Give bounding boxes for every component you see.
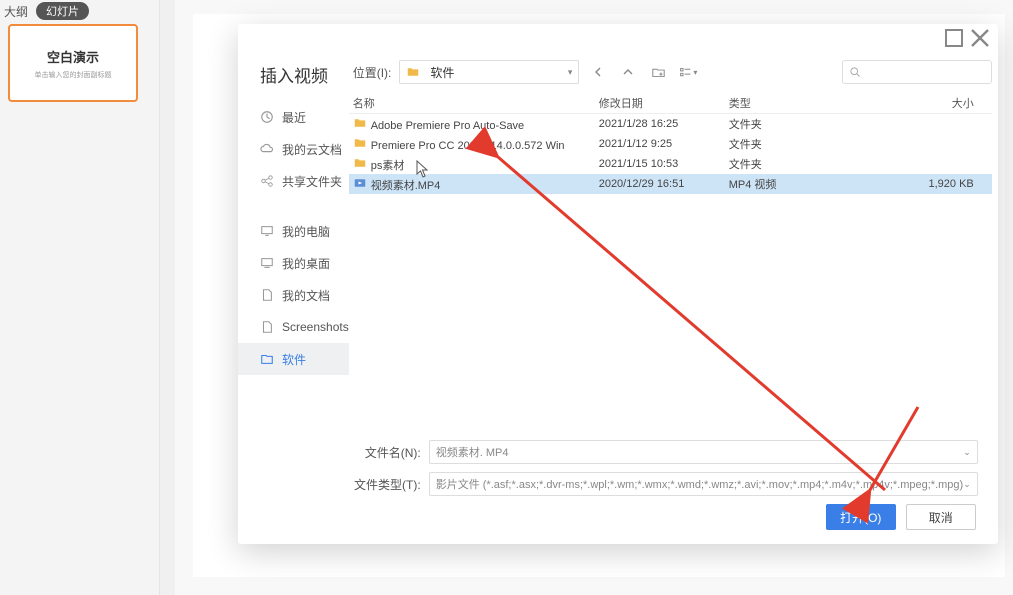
file-size: 1,920 KB [829, 178, 992, 190]
search-input[interactable] [842, 60, 992, 84]
insert-video-dialog: 插入视频 最近我的云文档共享文件夹我的电脑我的桌面我的文档 Screenshots… [238, 24, 998, 544]
folder-icon [353, 116, 367, 130]
monitor-icon [260, 224, 274, 238]
filetype-label: 文件类型(T): [349, 476, 429, 493]
path-label: 位置(I): [353, 64, 392, 81]
file-type: 文件夹 [729, 156, 829, 172]
sidebar-item-recent[interactable]: 最近 [238, 101, 349, 133]
folder-icon [353, 136, 367, 150]
sidebar-item-label: Screenshots [282, 320, 349, 334]
filename-label: 文件名(N): [349, 444, 429, 461]
tab-slides[interactable]: 幻灯片 [36, 2, 89, 20]
filename-value: 视频素材. MP4 [436, 444, 509, 460]
sidebar-item-software[interactable]: 软件 [238, 343, 349, 375]
sidebar-item-label: 我的桌面 [282, 255, 330, 272]
sidebar-item-label: 我的云文档 [282, 141, 342, 158]
doc-icon [260, 288, 274, 302]
file-type: MP4 视频 [729, 176, 829, 192]
col-date[interactable]: 修改日期 [599, 95, 729, 111]
slide-panel: 大纲 幻灯片 空白演示 单击输入您的封面副标题 [0, 0, 160, 595]
sidebar-item-cloud[interactable]: 我的云文档 [238, 133, 349, 165]
nav-back-button[interactable] [587, 61, 609, 83]
file-row[interactable]: 视频素材.MP4 2020/12/29 16:51MP4 视频1,920 KB [349, 174, 992, 194]
path-value: 软件 [430, 64, 454, 81]
chevron-down-icon: ▾ [568, 67, 573, 78]
chevron-down-icon: ⌄ [963, 447, 971, 458]
filetype-input[interactable]: 影片文件 (*.asf;*.asx;*.dvr-ms;*.wpl;*.wm;*.… [429, 472, 978, 496]
path-dropdown[interactable]: 软件 ▾ [399, 60, 579, 84]
filename-input[interactable]: 视频素材. MP4 ⌄ [429, 440, 978, 464]
new-folder-button[interactable] [647, 61, 669, 83]
thumb-title: 空白演示 [47, 47, 99, 66]
sidebar-item-documents[interactable]: 我的文档 [238, 279, 349, 311]
desktop-icon [260, 256, 274, 270]
clock-icon [260, 110, 274, 124]
share-icon [260, 174, 274, 188]
sidebar-item-label: 我的电脑 [282, 223, 330, 240]
dialog-sidebar: 插入视频 最近我的云文档共享文件夹我的电脑我的桌面我的文档 Screenshots… [238, 52, 349, 544]
search-icon [849, 66, 861, 78]
col-size[interactable]: 大小 [829, 95, 992, 111]
sidebar-item-label: 共享文件夹 [282, 173, 342, 190]
doc-icon [260, 320, 274, 334]
file-name: Adobe Premiere Pro Auto-Save [371, 120, 524, 132]
thumb-subtitle: 单击输入您的封面副标题 [35, 70, 112, 80]
file-row[interactable]: Premiere Pro CC 2020 v14.0.0.572 Win 2021… [349, 134, 992, 154]
maximize-button[interactable] [944, 28, 964, 48]
list-header[interactable]: 名称 修改日期 类型 大小 [349, 92, 992, 114]
folder-icon [353, 156, 367, 170]
file-type: 文件夹 [729, 136, 829, 152]
file-date: 2021/1/28 16:25 [599, 118, 729, 130]
cloud-icon [260, 142, 274, 156]
sidebar-item-screenshots[interactable]: Screenshots [238, 311, 349, 343]
dialog-title: 插入视频 [238, 56, 349, 101]
filetype-value: 影片文件 (*.asf;*.asx;*.dvr-ms;*.wpl;*.wm;*.… [436, 476, 964, 492]
folder-icon [406, 65, 420, 79]
file-name: 视频素材.MP4 [371, 180, 441, 192]
view-options-button[interactable]: ▾ [677, 61, 699, 83]
tab-outline[interactable]: 大纲 [4, 3, 28, 20]
sidebar-item-label: 最近 [282, 109, 306, 126]
file-name: ps素材 [371, 160, 405, 172]
file-name: Premiere Pro CC 2020 v14.0.0.572 Win [371, 140, 565, 152]
slide-thumbnail[interactable]: 空白演示 单击输入您的封面副标题 [8, 24, 138, 102]
chevron-down-icon: ⌄ [963, 479, 971, 490]
sidebar-item-label: 软件 [282, 351, 306, 368]
file-row[interactable]: ps素材 2021/1/15 10:53文件夹 [349, 154, 992, 174]
nav-up-button[interactable] [617, 61, 639, 83]
open-button[interactable]: 打开(O) [826, 504, 896, 530]
file-type: 文件夹 [729, 116, 829, 132]
close-button[interactable] [970, 28, 990, 48]
sidebar-item-share[interactable]: 共享文件夹 [238, 165, 349, 197]
file-area: 位置(I): 软件 ▾ ▾ 名称 [349, 52, 1006, 544]
file-date: 2021/1/12 9:25 [599, 138, 729, 150]
col-name[interactable]: 名称 [349, 95, 599, 111]
cancel-button[interactable]: 取消 [906, 504, 976, 530]
sidebar-item-desktop[interactable]: 我的桌面 [238, 247, 349, 279]
video-icon [353, 176, 367, 190]
file-date: 2020/12/29 16:51 [599, 178, 729, 190]
sidebar-item-computer[interactable]: 我的电脑 [238, 215, 349, 247]
col-type[interactable]: 类型 [729, 95, 829, 111]
file-date: 2021/1/15 10:53 [599, 158, 729, 170]
file-row[interactable]: Adobe Premiere Pro Auto-Save 2021/1/28 16… [349, 114, 992, 134]
sidebar-item-label: 我的文档 [282, 287, 330, 304]
folder-icon [260, 352, 274, 366]
file-list: 名称 修改日期 类型 大小 Adobe Premiere Pro Auto-Sa… [349, 92, 992, 434]
